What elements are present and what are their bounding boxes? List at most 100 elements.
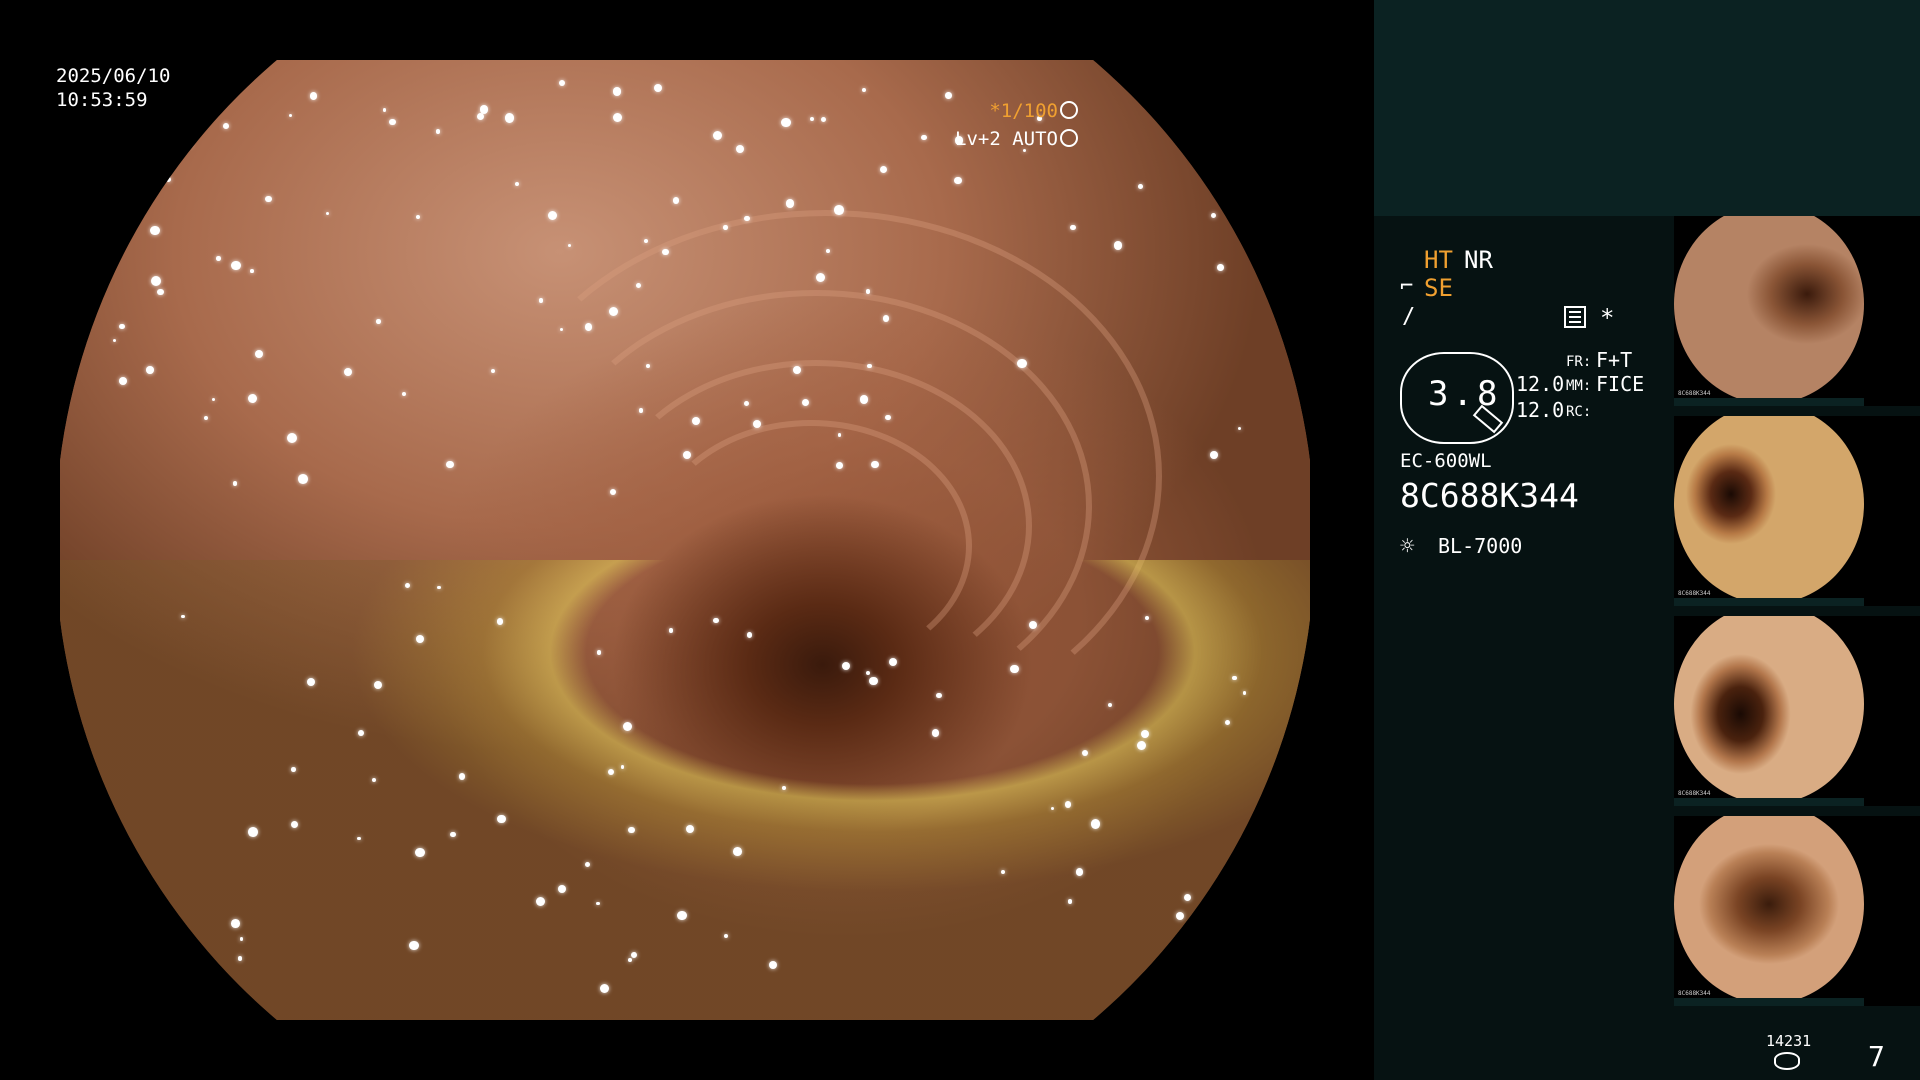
bubble-highlight: [247, 393, 257, 403]
endoscope-view: [60, 60, 1310, 1020]
thumbnail-bar: [1674, 998, 1864, 1006]
bubble-highlight: [118, 376, 127, 385]
bubble-highlight: [821, 117, 827, 123]
thumbnail-3[interactable]: 8C688K344: [1674, 616, 1920, 806]
value-2: 12.0: [1516, 398, 1565, 422]
bubble-highlight: [376, 319, 381, 324]
bubble-highlight: [691, 416, 700, 425]
bubble-highlight: [888, 657, 897, 666]
thumbnail-2[interactable]: 8C688K344: [1674, 416, 1920, 606]
mm-value: FICE: [1596, 372, 1645, 396]
value-1: 12.0: [1516, 372, 1565, 396]
bubble-highlight: [1081, 749, 1089, 757]
bubble-highlight: [1222, 94, 1228, 101]
bubble-highlight: [628, 826, 635, 834]
bubble-highlight: [505, 113, 515, 123]
thumbnail-label: 8C688K344: [1678, 590, 1711, 597]
bubble-highlight: [445, 460, 454, 469]
bubble-highlight: [557, 884, 566, 893]
bubble-highlight: [945, 92, 952, 99]
bubble-highlight: [1113, 241, 1123, 250]
bubble-highlight: [662, 248, 669, 256]
bubble-highlight: [682, 450, 691, 459]
lightbulb-icon: ☼: [1400, 532, 1415, 560]
thumbnail-bar: [1674, 398, 1864, 406]
fr-label: FR:: [1566, 354, 1592, 370]
bubble-highlight: [608, 306, 618, 317]
fr-value: F+T: [1596, 348, 1633, 372]
bubble-highlight: [255, 349, 264, 358]
light-source-model: BL-7000: [1438, 534, 1523, 558]
bubble-highlight: [936, 692, 942, 699]
bubble-highlight: [677, 910, 687, 921]
iris-icon: [1060, 129, 1078, 147]
top-status-strip: [1374, 0, 1920, 216]
bubble-highlight: [291, 767, 296, 772]
date-time: 2025/06/10 10:53:59: [56, 64, 170, 112]
bubble-highlight: [723, 934, 728, 939]
bubble-highlight: [882, 315, 890, 322]
image-count: 7: [1868, 1040, 1885, 1073]
disk-icon: [1774, 1052, 1800, 1070]
shutter-text: *1/100: [989, 100, 1058, 122]
bubble-highlight: [792, 366, 801, 375]
bubble-highlight: [124, 876, 133, 885]
bubble-highlight: [628, 958, 633, 962]
bubble-highlight: [643, 238, 648, 243]
bubble-highlight: [265, 195, 272, 203]
storage-counter: 14231: [1766, 1032, 1812, 1050]
bubble-highlight: [222, 122, 229, 129]
bubble-highlight: [476, 112, 485, 121]
bubble-highlight: [859, 395, 869, 404]
bubble-highlight: [713, 617, 719, 623]
bubble-highlight: [865, 671, 870, 676]
bubble-highlight: [885, 414, 891, 421]
bubble-highlight: [287, 433, 298, 444]
mm-label: MM:: [1566, 378, 1592, 394]
bubble-highlight: [672, 197, 680, 204]
bubble-highlight: [584, 862, 590, 868]
bubble-highlight: [248, 827, 258, 837]
bubble-highlight: [112, 338, 117, 342]
bubble-highlight: [1217, 264, 1224, 271]
bubble-highlight: [289, 114, 293, 118]
bubble-highlight: [559, 80, 566, 87]
star-icon: *: [1600, 304, 1615, 332]
bubble-highlight: [515, 181, 520, 187]
bubble-highlight: [458, 773, 466, 780]
thumbnail-4[interactable]: 8C688K344: [1674, 816, 1920, 1006]
bubble-highlight: [382, 107, 387, 112]
bubble-highlight: [785, 199, 794, 208]
bubble-highlight: [921, 134, 927, 140]
light-level-readout: Lv+2 AUTO: [955, 128, 1078, 150]
bubble-highlight: [735, 144, 744, 153]
bubble-highlight: [358, 729, 365, 736]
bubble-highlight: [230, 919, 240, 929]
bubble-highlight: [204, 415, 208, 420]
thumbnail-label: 8C688K344: [1678, 390, 1711, 397]
bubble-highlight: [567, 243, 571, 248]
bubble-highlight: [90, 272, 94, 276]
bubble-highlight: [150, 225, 160, 236]
bubble-highlight: [596, 901, 600, 906]
thumbnail-label: 8C688K344: [1678, 790, 1711, 797]
bubble-highlight: [146, 365, 154, 374]
thumbnail-bar: [1674, 798, 1864, 806]
bubble-highlight: [879, 165, 887, 173]
thumbnail-1[interactable]: 8C688K344: [1674, 216, 1920, 406]
structure-enhance-icon: ⌐: [1400, 274, 1414, 299]
bubble-highlight: [216, 256, 221, 261]
ht-indicator: HT: [1424, 246, 1453, 274]
bubble-highlight: [211, 397, 216, 402]
bubble-highlight: [559, 328, 563, 332]
bubble-highlight: [646, 364, 650, 368]
bubble-highlight: [612, 87, 622, 96]
bubble-highlight: [231, 260, 241, 270]
bubble-highlight: [538, 298, 544, 303]
bubble-highlight: [723, 224, 729, 230]
thumbnail-label: 8C688K344: [1678, 990, 1711, 997]
bubble-highlight: [596, 650, 602, 655]
zoom-value: 3.8: [1428, 374, 1502, 414]
bubble-highlight: [1229, 970, 1235, 976]
bubble-highlight: [119, 323, 125, 329]
